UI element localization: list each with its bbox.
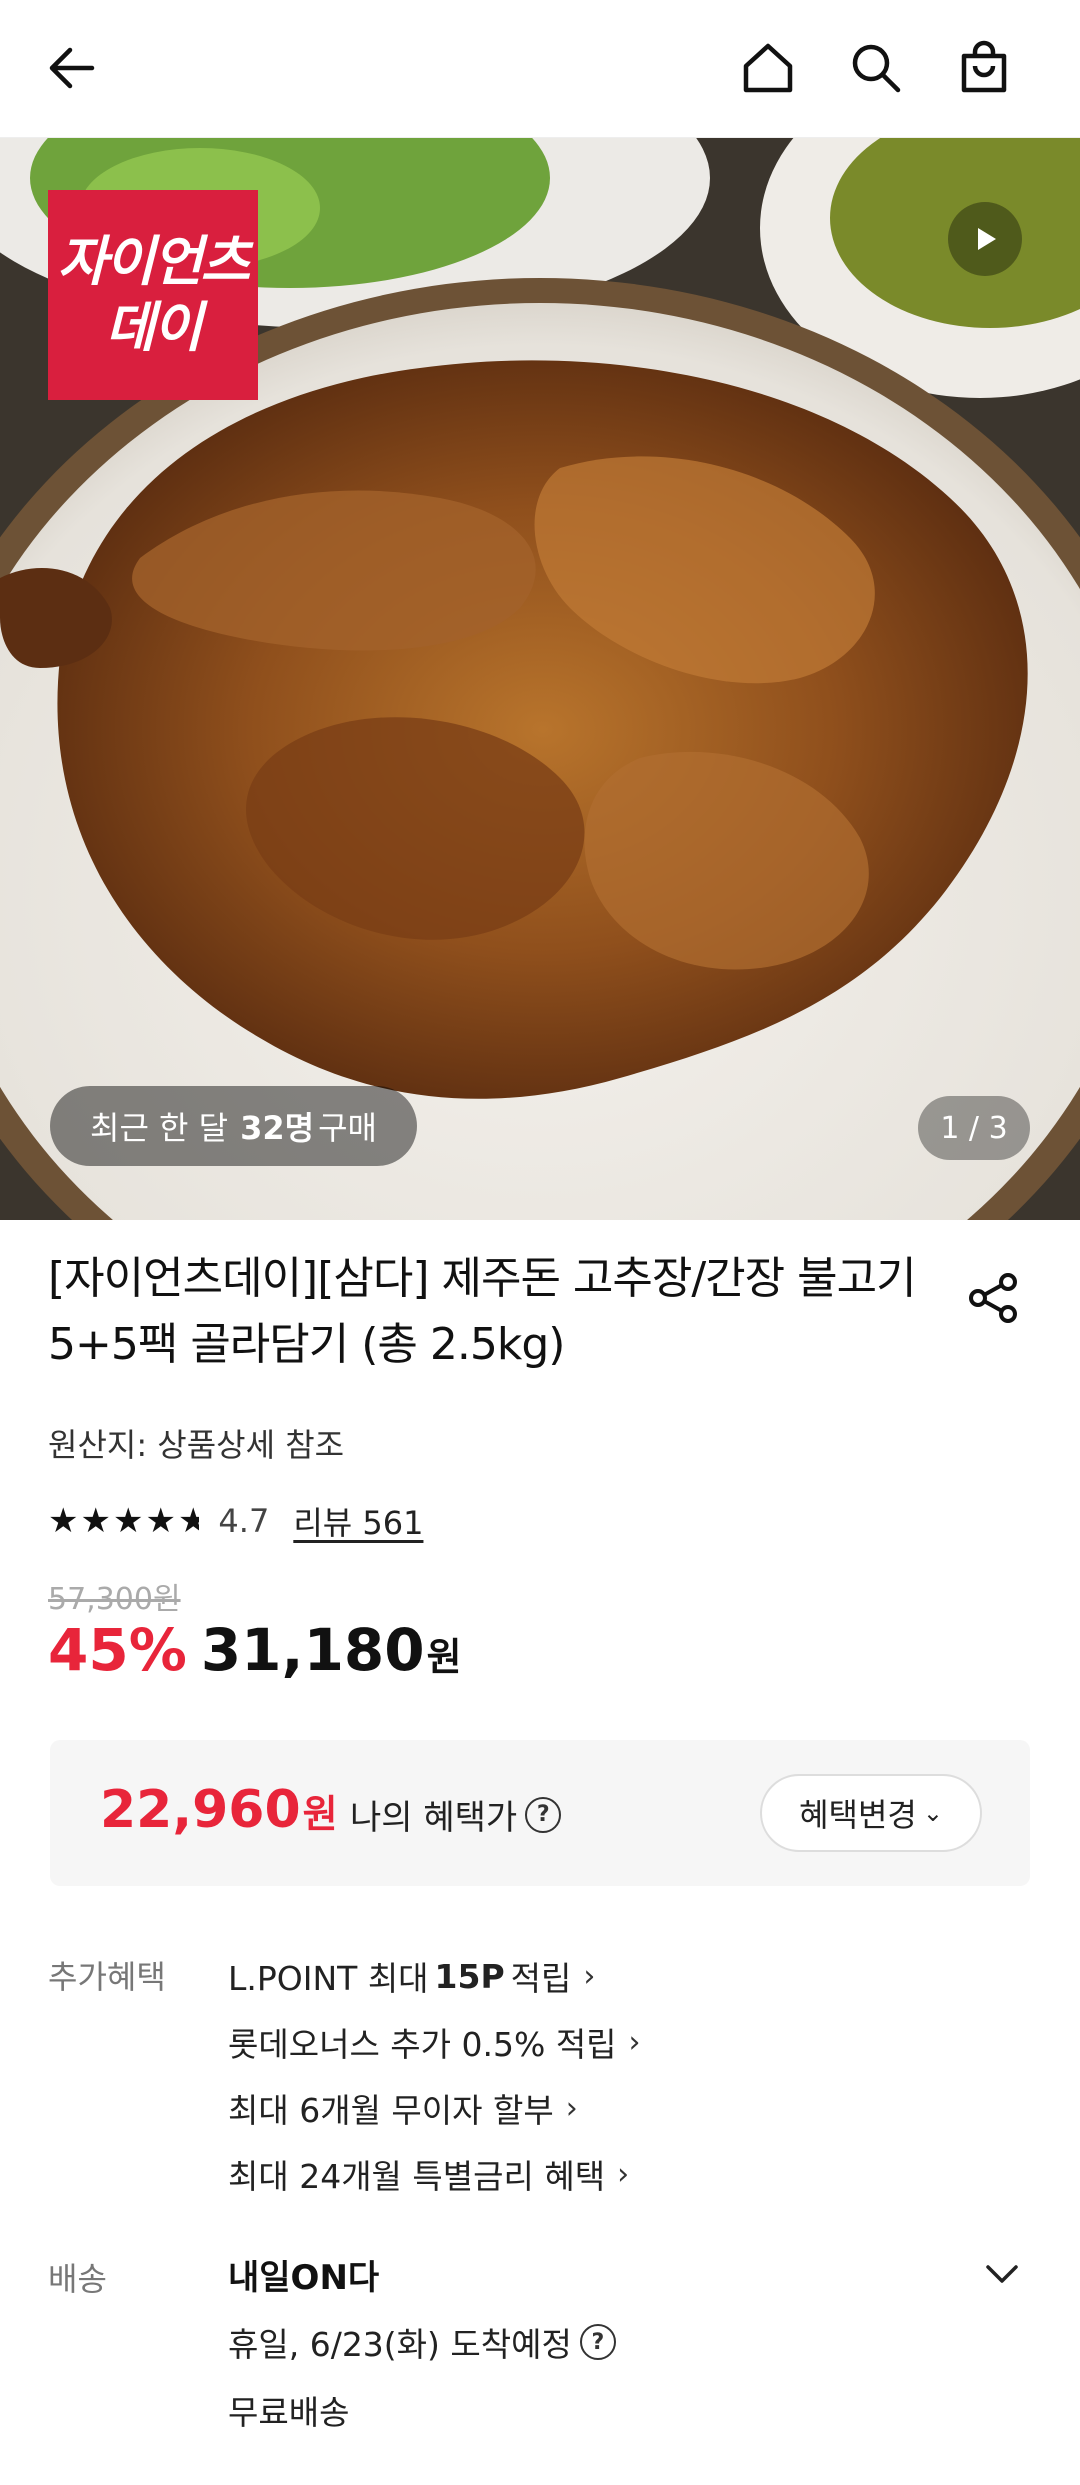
chevron-right-icon: ›	[617, 2156, 630, 2192]
change-benefit-button[interactable]: 혜택변경 ⌄	[760, 1774, 982, 1852]
benefit-price-box: 22,960 원 나의 혜택가 ? 혜택변경 ⌄	[50, 1740, 1030, 1886]
original-price: 57,300원	[48, 1582, 181, 1617]
benefit-price-value: 22,960	[100, 1780, 301, 1840]
benefit-item-prefix: L.POINT 최대	[228, 1959, 429, 1998]
logo-text-line1: 자이언츠	[57, 230, 251, 293]
rating-value: 4.7	[218, 1502, 270, 1540]
currency-unit: 원	[426, 1635, 462, 1679]
chevron-down-icon: ⌄	[922, 1799, 943, 1827]
home-button[interactable]	[728, 28, 808, 108]
chevron-right-icon: ›	[628, 2024, 641, 2060]
extra-benefits-label: 추가혜택	[48, 1958, 166, 1996]
my-benefit-label: 나의 혜택가 ?	[350, 1790, 562, 1839]
recent-buyers-badge: 최근 한 달 32명 구매	[50, 1086, 417, 1166]
star-icon: ★	[112, 1501, 144, 1541]
video-play-button[interactable]	[948, 202, 1022, 276]
back-button[interactable]	[32, 28, 112, 108]
image-counter: 1 / 3	[918, 1096, 1030, 1160]
buyers-suffix: 구매	[318, 1109, 377, 1147]
discount-rate: 45%	[48, 1616, 187, 1684]
product-image-carousel[interactable]: 자이언츠 데이 최근 한 달 32명 구매 1 / 3	[0, 138, 1080, 1220]
sale-price: 31,180	[200, 1616, 425, 1684]
delivery-title: 내일ON다	[228, 2258, 380, 2298]
help-icon[interactable]: ?	[525, 1796, 562, 1833]
benefit-item-installment[interactable]: 최대 6개월 무이자 할부 ›	[228, 2084, 578, 2132]
benefit-price-unit: 원	[302, 1792, 338, 1836]
buyers-count: 32명	[240, 1109, 315, 1147]
chevron-right-icon: ›	[565, 2090, 578, 2126]
share-icon	[969, 1273, 1017, 1323]
shopping-bag-icon	[961, 40, 1007, 93]
brand-logo: 자이언츠 데이	[48, 190, 258, 400]
star-icon: ★	[80, 1501, 111, 1541]
buyers-prefix: 최근 한 달	[90, 1109, 229, 1147]
chevron-right-icon: ›	[583, 1958, 596, 1994]
search-button[interactable]	[836, 28, 916, 108]
search-icon	[852, 44, 901, 93]
share-button[interactable]	[958, 1262, 1030, 1334]
help-icon[interactable]: ?	[579, 2324, 616, 2360]
delivery-label: 배송	[48, 2260, 107, 2298]
star-icon: ★	[48, 1501, 79, 1541]
benefit-item-prefix: 롯데오너스 추가 0.5% 적립	[228, 2025, 617, 2064]
change-benefit-label: 혜택변경	[799, 1796, 917, 1834]
cart-button[interactable]	[944, 28, 1024, 108]
benefit-item-lpoint[interactable]: L.POINT 최대 15P 적립 ›	[228, 1952, 595, 2000]
benefit-item-lotte-owners[interactable]: 롯데오너스 추가 0.5% 적립 ›	[228, 2018, 641, 2066]
benefit-item-suffix: 적립	[510, 1959, 572, 1998]
benefit-item-bold: 15P	[434, 1956, 505, 1996]
benefit-price: 22,960 원	[100, 1780, 338, 1840]
arrow-left-icon	[49, 47, 95, 89]
chevron-down-icon[interactable]	[980, 2252, 1024, 2296]
benefit-item-prefix: 최대 24개월 특별금리 혜택	[228, 2157, 606, 2196]
play-icon	[978, 228, 996, 250]
review-count-link[interactable]: 리뷰 561	[293, 1498, 423, 1544]
benefit-item-prefix: 최대 6개월 무이자 할부	[228, 2091, 554, 2130]
delivery-date: 휴일, 6/23(화) 도착예정 ?	[228, 2318, 616, 2366]
home-icon	[743, 43, 793, 93]
delivery-date-text: 휴일, 6/23(화) 도착예정	[228, 2325, 572, 2364]
product-title: [자이언츠데이][삼다] 제주돈 고추장/간장 불고기 5+5팩 골라담기 (총…	[48, 1253, 917, 1370]
benefit-item-special-rate[interactable]: 최대 24개월 특별금리 혜택 ›	[228, 2150, 629, 2198]
origin-info: 원산지: 상품상세 참조	[48, 1426, 345, 1464]
star-rating: ★ ★ ★ ★ ★	[48, 1504, 208, 1538]
star-half-icon: ★	[177, 1501, 209, 1541]
price-row: 45% 31,180 원	[48, 1616, 462, 1684]
star-icon: ★	[145, 1501, 176, 1541]
rating-row: ★ ★ ★ ★ ★ 4.7 리뷰 561	[48, 1496, 423, 1546]
logo-text-line2: 데이	[105, 296, 202, 359]
top-app-bar	[0, 0, 1080, 138]
delivery-fee: 무료배송	[228, 2393, 350, 2432]
my-benefit-text: 나의 혜택가	[350, 1798, 518, 1838]
